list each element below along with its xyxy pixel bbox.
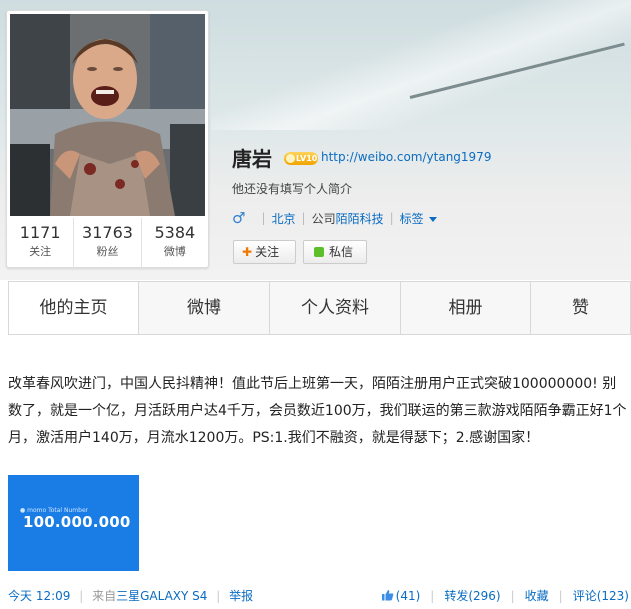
company-link[interactable]: 陌陌科技 (336, 210, 384, 227)
post-image[interactable]: ● momo Total Number 100.000.000 (8, 475, 139, 571)
divider: | (216, 589, 221, 603)
divider: | (389, 211, 394, 225)
divider: | (510, 588, 515, 603)
plus-icon: ✚ (242, 245, 253, 259)
divider: | (261, 211, 266, 225)
tab-profile-info[interactable]: 个人资料 (270, 282, 401, 334)
repost-button[interactable]: 转发(296) (444, 587, 500, 604)
stat-label: 微博 (163, 245, 186, 258)
post-actions: (41) | 转发(296) | 收藏 | 评论(123) (381, 587, 629, 604)
source-link[interactable]: 三星GALAXY S4 (116, 589, 207, 603)
follow-label: 关注 (255, 245, 280, 259)
male-icon: ♂ (232, 209, 246, 227)
profile-meta: ♂ | 北京 | 公司 陌陌科技 | 标签 (232, 209, 437, 227)
message-label: 私信 (329, 245, 354, 259)
source-prefix: 来自 (92, 589, 117, 603)
cover-light (211, 0, 631, 130)
tags-dropdown[interactable]: 标签 (400, 210, 437, 227)
follow-button[interactable]: ✚ 关注 (233, 240, 296, 264)
stat-value: 1171 (19, 223, 61, 242)
caret-down-icon (428, 216, 437, 222)
profile-bio: 他还没有填写个人简介 (232, 182, 353, 196)
post-text: 改革春风吹进门，中国人民抖精神！值此节后上班第一天，陌陌注册用户正式突破1000… (8, 376, 627, 446)
divider: | (301, 211, 306, 225)
stat-value: 31763 (82, 223, 133, 242)
stat-posts[interactable]: 5384 微博 (140, 218, 208, 268)
divider: | (430, 588, 435, 603)
message-icon (314, 247, 324, 257)
stat-value: 5384 (154, 223, 196, 242)
stats-row: 1171 关注 31763 粉丝 5384 微博 (7, 218, 208, 268)
avatar-card: 1171 关注 31763 粉丝 5384 微博 (6, 10, 209, 268)
favorite-button[interactable]: 收藏 (525, 587, 549, 604)
image-number: 100.000.000 (23, 513, 131, 531)
stat-following[interactable]: 1171 关注 (7, 218, 73, 268)
divider: | (79, 589, 84, 603)
divider: | (558, 588, 563, 603)
level-badge[interactable]: LV10 (284, 152, 318, 165)
message-button[interactable]: 私信 (303, 240, 367, 264)
stat-label: 粉丝 (96, 245, 119, 258)
profile-name: 唐岩 (232, 147, 272, 171)
stat-label: 关注 (29, 245, 52, 258)
tab-weibo[interactable]: 微博 (139, 282, 270, 334)
tab-album[interactable]: 相册 (401, 282, 531, 334)
profile-page: 1171 关注 31763 粉丝 5384 微博 唐岩 LV10 http://… (0, 0, 631, 609)
report-link[interactable]: 举报 (229, 589, 253, 603)
post-footer: 今天 12:09 | 来自三星GALAXY S4 | 举报 (41) | 转发(… (0, 585, 631, 605)
stat-followers[interactable]: 31763 粉丝 (73, 218, 140, 268)
thumbs-up-icon (381, 589, 393, 600)
tags-label: 标签 (399, 211, 424, 226)
tab-home[interactable]: 他的主页 (9, 282, 139, 334)
company-prefix: 公司 (311, 211, 336, 226)
post-time-link[interactable]: 今天 12:09 (8, 589, 70, 603)
tab-likes[interactable]: 赞 (531, 282, 631, 334)
avatar-photo (10, 14, 205, 216)
profile-tabs: 他的主页 微博 个人资料 相册 赞 (8, 281, 631, 335)
like-count: (41) (395, 588, 421, 603)
comment-button[interactable]: 评论(123) (573, 587, 629, 604)
location-link[interactable]: 北京 (272, 210, 296, 227)
post-meta: 今天 12:09 | 来自三星GALAXY S4 | 举报 (8, 587, 253, 604)
like-button[interactable]: (41) (381, 588, 421, 603)
avatar[interactable] (10, 14, 205, 216)
profile-url-link[interactable]: http://weibo.com/ytang1979 (321, 150, 491, 164)
